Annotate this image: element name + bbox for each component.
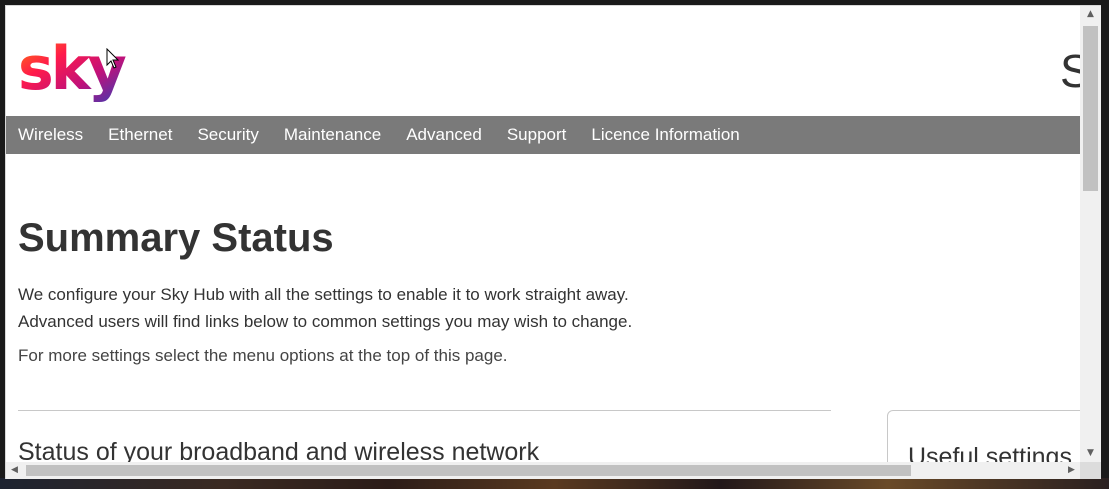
scroll-down-arrow-icon[interactable]: ▼ [1080,445,1101,462]
useful-settings-heading: Useful settings [908,443,1072,462]
intro-line-2: Advanced users will find links below to … [18,312,633,331]
nav-item-maintenance[interactable]: Maintenance [284,125,381,145]
scroll-up-arrow-icon[interactable]: ▲ [1080,6,1101,23]
intro-line-1: We configure your Sky Hub with all the s… [18,285,629,304]
nav-item-advanced[interactable]: Advanced [406,125,482,145]
page-viewport: sky S Wireless Ethernet Security Mainten… [6,6,1080,462]
intro-text: We configure your Sky Hub with all the s… [18,281,778,335]
scroll-right-arrow-icon[interactable]: ▶ [1063,462,1080,479]
mouse-cursor-icon [106,48,120,69]
nav-item-support[interactable]: Support [507,125,567,145]
scrollbar-corner [1080,462,1101,479]
nav-item-licence-information[interactable]: Licence Information [591,125,739,145]
nav-item-wireless[interactable]: Wireless [18,125,83,145]
main-nav: Wireless Ethernet Security Maintenance A… [6,116,1080,154]
desktop-background [0,478,1109,489]
more-settings-text: For more settings select the menu option… [18,346,508,365]
vertical-scroll-thumb[interactable] [1083,26,1098,191]
page-title: Summary Status [18,216,334,260]
browser-window: sky S Wireless Ethernet Security Mainten… [5,5,1101,479]
useful-settings-panel: Useful settings [887,410,1080,462]
status-heading: Status of your broadband and wireless ne… [18,438,540,462]
horizontal-scrollbar[interactable]: ◀ ▶ [6,462,1080,479]
scroll-left-arrow-icon[interactable]: ◀ [6,462,23,479]
vertical-scrollbar[interactable]: ▲ ▼ [1080,6,1101,462]
nav-item-security[interactable]: Security [197,125,258,145]
nav-item-ethernet[interactable]: Ethernet [108,125,172,145]
section-divider [18,410,831,411]
header-partial-text: S [1060,44,1080,98]
horizontal-scroll-thumb[interactable] [26,465,911,476]
